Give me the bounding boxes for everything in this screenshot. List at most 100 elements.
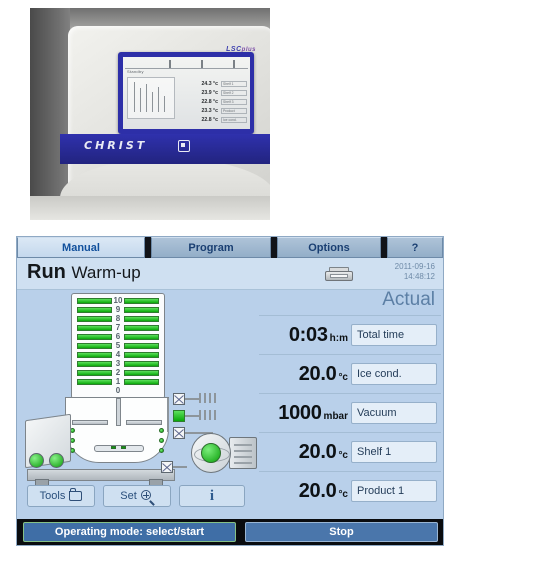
readout-label[interactable]: Total time [351, 324, 437, 346]
title-bar: Run Warm-up 2011-09-16 14:48:12 [17, 258, 443, 290]
gauge-indicator [29, 453, 44, 468]
readout-value: 1000 mbar [259, 402, 351, 425]
mode-label: Warm-up [71, 263, 141, 282]
readout-row-total-time: 0:03 h:m Total time [259, 315, 441, 354]
readout-unit: °c [338, 371, 348, 383]
device-screen-row: 23.9 °c Shelf 2 [175, 88, 247, 97]
magnifier-icon [140, 489, 155, 506]
valve-middle[interactable] [173, 410, 185, 422]
chamber-shelf [126, 420, 162, 425]
pump-head [191, 433, 231, 473]
shelf-row: 1 [77, 377, 159, 386]
readout-value: 0:03 h:m [259, 324, 351, 347]
set-button[interactable]: Set [103, 485, 171, 507]
shelf-row: 2 [77, 368, 159, 377]
shelf-row: 0 [115, 386, 121, 395]
device-screen-title: Standby [127, 69, 144, 74]
main-content: 10 9 8 7 6 5 4 3 2 1 0 Tools Set i Actua… [17, 289, 443, 521]
set-button-label: Set [120, 490, 137, 502]
device-screen-row: 23.3 °c Product [175, 106, 247, 115]
device-screen-bezel: Standby 24.3 °c Shelf 1 23.9 °c Shelf 2 22… [118, 52, 254, 134]
printer-icon[interactable] [325, 267, 353, 281]
readout-value: 20.0 °c [259, 480, 351, 503]
shelf-stack: 10 9 8 7 6 5 4 3 2 1 0 [71, 293, 165, 399]
device-screen-readouts: 24.3 °c Shelf 1 23.9 °c Shelf 2 22.8 °c She… [175, 79, 247, 124]
datetime-stamp: 2011-09-16 14:48:12 [395, 262, 435, 282]
readout-label[interactable]: Ice cond. [351, 363, 437, 385]
operating-mode-button[interactable]: Operating mode: select/start [23, 522, 236, 542]
brand-logo-icon [178, 140, 190, 152]
drying-chamber [65, 397, 169, 463]
shelf-row: 5 [77, 341, 159, 350]
readout-row-product-1: 20.0 °c Product 1 [259, 471, 441, 510]
readout-unit: mbar [323, 410, 348, 422]
footer-bar: Operating mode: select/start Stop [17, 519, 443, 545]
readout-label[interactable]: Shelf 1 [351, 441, 437, 463]
shelf-row: 10 [77, 296, 159, 305]
product-photo: LSCplus Standby 24.3 °c Shelf 1 23.9 °c Sh… [30, 8, 270, 220]
readout-label[interactable]: Vacuum [351, 402, 437, 424]
tab-program[interactable]: Program [151, 237, 271, 258]
chamber-shelf [72, 420, 108, 425]
time-text: 14:48:12 [403, 272, 435, 281]
readout-unit: °c [338, 449, 348, 461]
shelf-row: 8 [77, 314, 159, 323]
sensor-dot [159, 438, 164, 443]
brand-wordmark: CHRIST [84, 139, 148, 152]
shelf-row: 6 [77, 332, 159, 341]
device-screen-row: 22.8 °c Shelf 3 [175, 97, 247, 106]
valve-bottom[interactable] [173, 427, 185, 439]
readout-label[interactable]: Product 1 [351, 480, 437, 502]
run-label: Run [27, 261, 66, 283]
tools-button[interactable]: Tools [27, 485, 95, 507]
stop-button[interactable]: Stop [245, 522, 438, 542]
tab-manual[interactable]: Manual [17, 237, 145, 258]
shelf-row: 3 [77, 359, 159, 368]
shelf-row: 9 [77, 305, 159, 314]
device-screen-tabbar [125, 59, 248, 69]
readout-number: 0:03 [288, 323, 328, 346]
shelf-row: 7 [77, 323, 159, 332]
tool-button-row: Tools Set i [27, 485, 257, 511]
control-panel: Manual Program Options ? Run Warm-up 201… [16, 236, 444, 546]
readout-value: 20.0 °c [259, 441, 351, 464]
device-screen-row: 22.8 °c Ice cond. [175, 115, 247, 124]
page-title: Run Warm-up [27, 261, 141, 284]
device-screen-row: 24.3 °c Shelf 1 [175, 79, 247, 88]
readout-column-header: Actual [382, 289, 435, 310]
gauge-indicator [49, 453, 64, 468]
folder-icon [69, 488, 83, 501]
chamber-drain-valve [94, 445, 144, 452]
info-icon: i [209, 488, 215, 504]
readout-row-ice-cond: 20.0 °c Ice cond. [259, 354, 441, 393]
readout-value: 20.0 °c [259, 363, 351, 386]
readout-number: 20.0 [298, 440, 337, 463]
sensor-dot [159, 428, 164, 433]
aeration-valve[interactable] [161, 461, 187, 475]
pump-rotor-indicator [201, 443, 221, 463]
readout-row-shelf-1: 20.0 °c Shelf 1 [259, 432, 441, 471]
shelf-row: 4 [77, 350, 159, 359]
date-text: 2011-09-16 [394, 262, 435, 271]
readout-number: 20.0 [298, 479, 337, 502]
vacuum-pump[interactable] [189, 433, 257, 473]
device-screen-graph [127, 77, 175, 119]
readout-unit: °c [338, 488, 348, 500]
device-screen: Standby 24.3 °c Shelf 1 23.9 °c Shelf 2 22… [123, 57, 250, 129]
info-button[interactable]: i [179, 485, 245, 507]
tab-help[interactable]: ? [387, 237, 443, 258]
readout-number: 1000 [278, 401, 322, 424]
tools-button-label: Tools [39, 490, 66, 502]
readout-row-vacuum: 1000 mbar Vacuum [259, 393, 441, 432]
sensor-dot [159, 448, 164, 453]
valve-top[interactable] [173, 393, 185, 405]
readout-panel: Actual 0:03 h:m Total time 20.0 °c Ice con… [259, 289, 441, 521]
readout-number: 20.0 [298, 362, 337, 385]
readout-unit: h:m [329, 332, 348, 344]
tab-bar: Manual Program Options ? [17, 237, 443, 258]
device-base [30, 196, 270, 220]
chamber-stem [115, 398, 121, 426]
pump-motor [229, 437, 257, 469]
process-schematic[interactable]: 10 9 8 7 6 5 4 3 2 1 0 Tools Set i [21, 289, 259, 521]
tab-options[interactable]: Options [277, 237, 381, 258]
